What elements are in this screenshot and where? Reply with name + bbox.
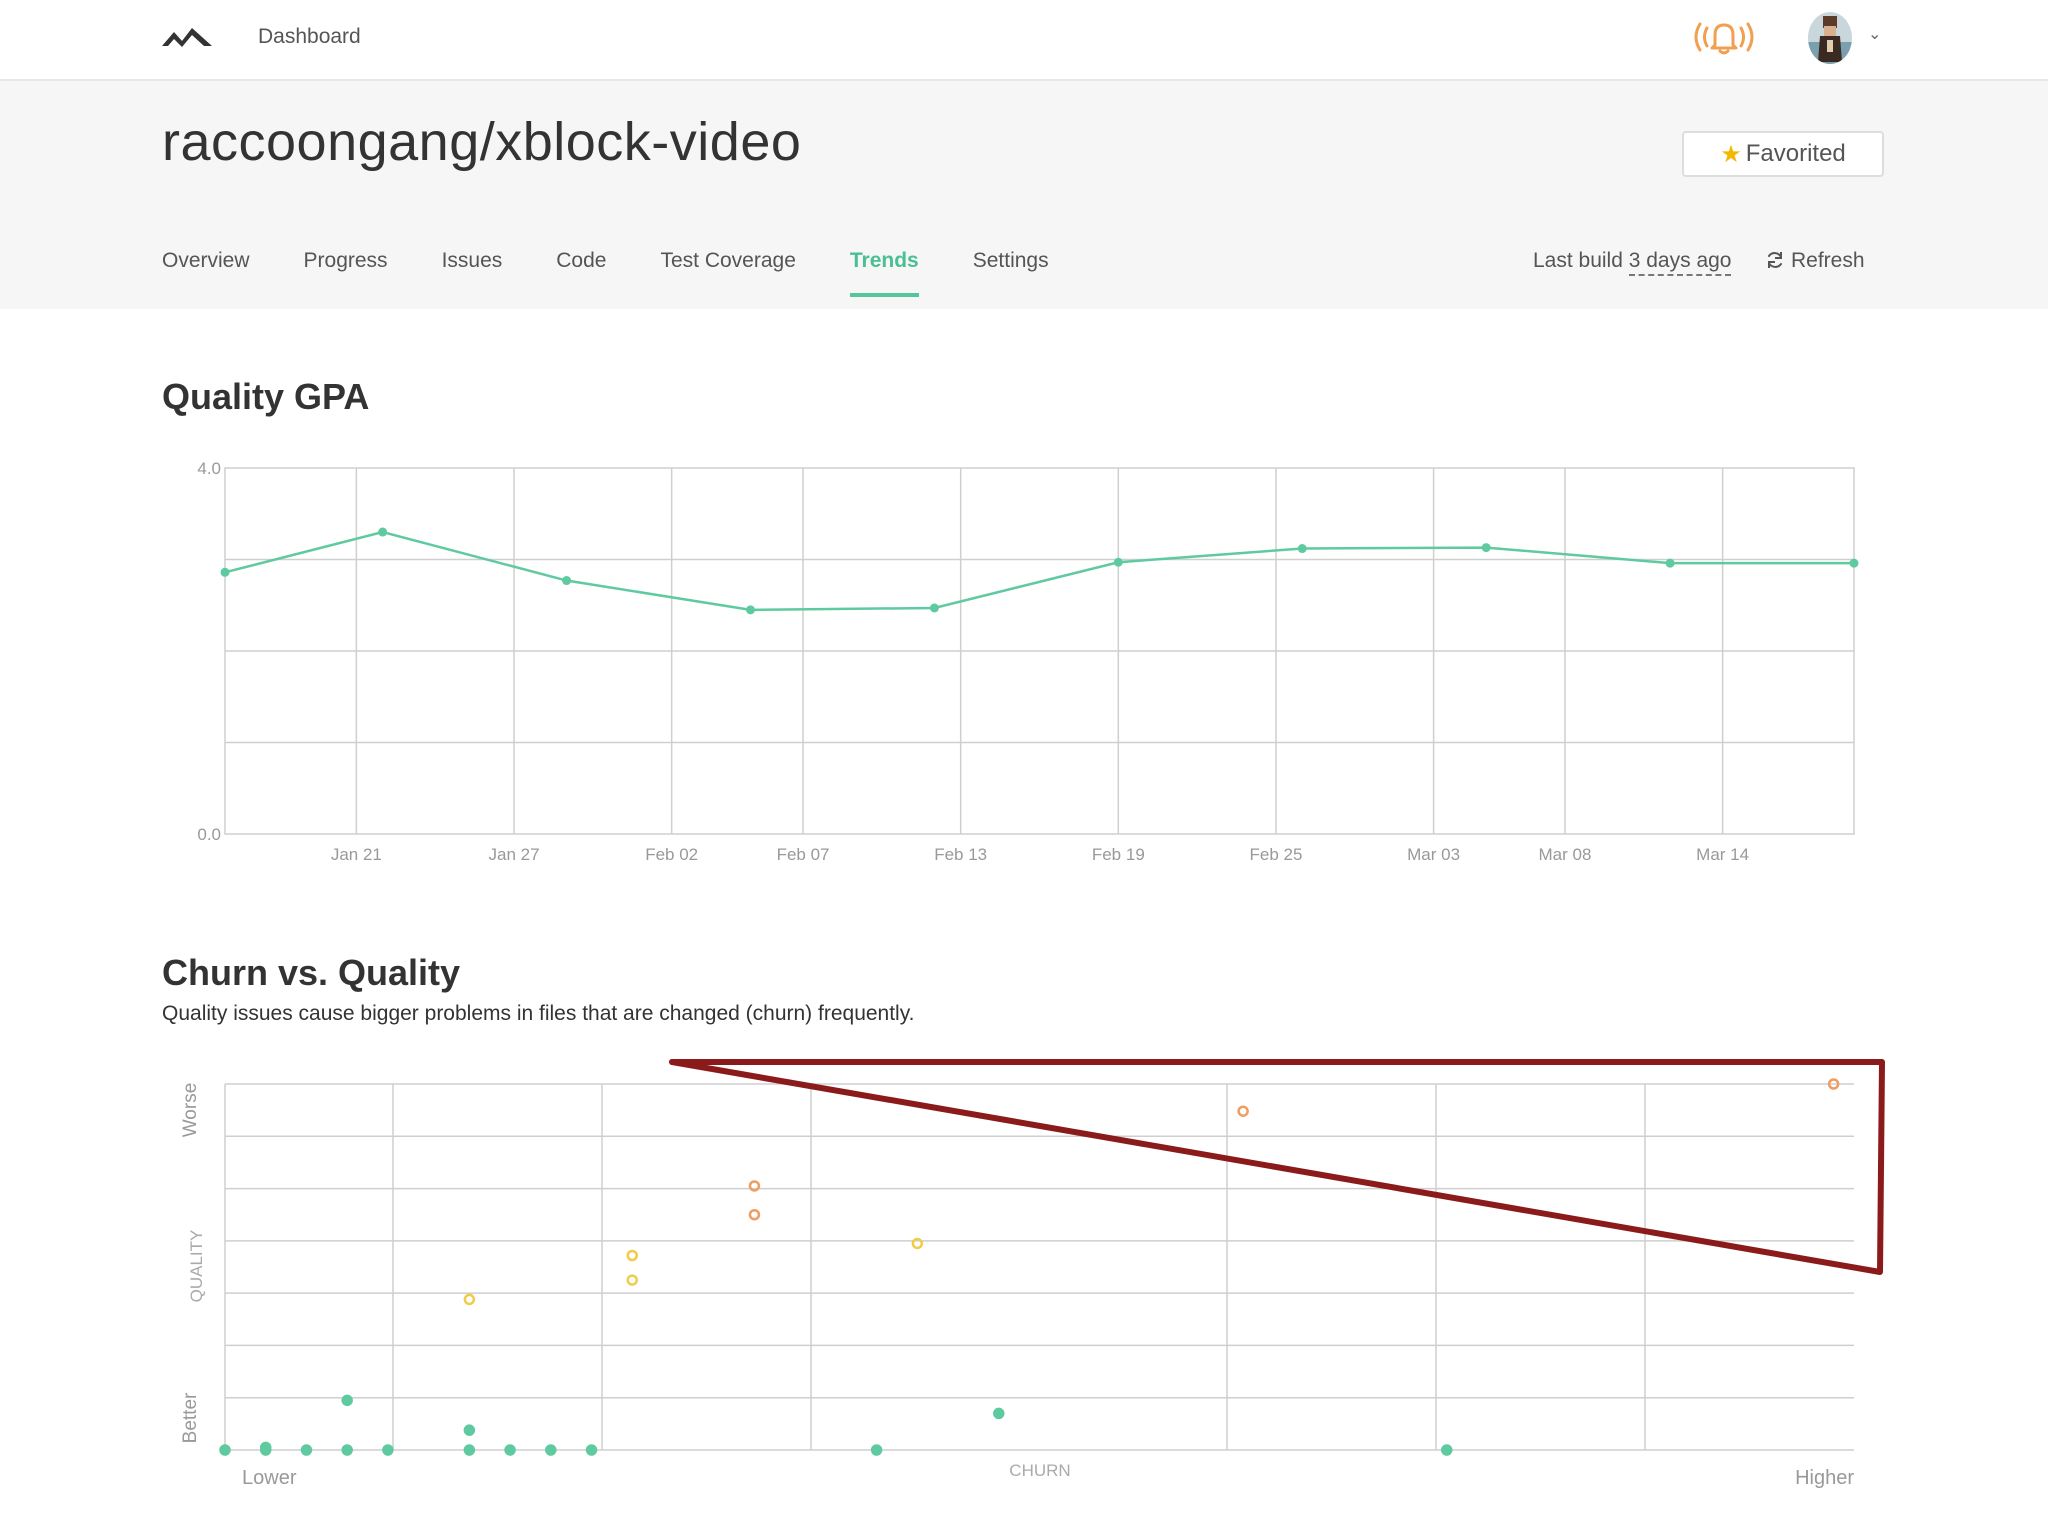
scatter-point bbox=[259, 1441, 272, 1454]
y-tick-label: 4.0 bbox=[197, 459, 221, 478]
favorite-button[interactable]: ★ Favorited bbox=[1682, 131, 1884, 177]
x-tick-label: Feb 19 bbox=[1092, 845, 1145, 864]
scatter-point bbox=[219, 1444, 231, 1456]
scatter-point bbox=[504, 1444, 516, 1456]
scatter-point bbox=[870, 1444, 883, 1456]
gpa-point bbox=[562, 576, 572, 586]
tab-settings[interactable]: Settings bbox=[973, 249, 1049, 297]
x-axis-label: CHURN bbox=[1009, 1461, 1070, 1480]
x-tick-label: Jan 21 bbox=[331, 845, 382, 864]
scatter-point bbox=[463, 1293, 476, 1306]
gpa-point bbox=[745, 605, 755, 615]
x-tick-label: Feb 02 bbox=[645, 845, 698, 864]
refresh-icon bbox=[1768, 252, 1782, 268]
scatter-point bbox=[341, 1394, 353, 1407]
scatter-point bbox=[341, 1444, 353, 1456]
bell-icon[interactable] bbox=[1690, 16, 1758, 58]
last-build-info: Last build 3 days ago bbox=[1533, 249, 1732, 276]
gpa-point bbox=[220, 567, 230, 577]
tab-trends[interactable]: Trends bbox=[849, 249, 919, 297]
tab-code[interactable]: Code bbox=[556, 249, 606, 297]
chevron-down-icon[interactable]: ⌄ bbox=[1868, 24, 1881, 44]
gpa-chart: Jan 21 Jan 27 Feb 02 Feb 07 Feb 13 Feb 19 Feb … bbox=[197, 459, 1859, 864]
gpa-point bbox=[1481, 543, 1491, 553]
gpa-point bbox=[929, 603, 939, 613]
gpa-point bbox=[378, 527, 388, 537]
x-end-label-lower: Lower bbox=[242, 1467, 297, 1489]
tab-issues[interactable]: Issues bbox=[442, 249, 503, 297]
scatter-point bbox=[1441, 1444, 1453, 1456]
tab-overview[interactable]: Overview bbox=[162, 249, 250, 297]
tab-test-coverage[interactable]: Test Coverage bbox=[660, 249, 795, 297]
refresh-label: Refresh bbox=[1791, 249, 1865, 272]
gpa-point bbox=[1665, 558, 1675, 568]
x-tick-label: Mar 14 bbox=[1696, 845, 1749, 864]
x-tick-label: Jan 27 bbox=[488, 845, 539, 864]
scatter-point bbox=[300, 1444, 313, 1456]
y-end-label-better: Better bbox=[180, 1392, 201, 1443]
churn-subtitle: Quality issues cause bigger problems in … bbox=[162, 1002, 915, 1025]
favorite-label: Favorited bbox=[1745, 140, 1846, 167]
tab-progress[interactable]: Progress bbox=[304, 249, 388, 297]
repo-title: raccoongang/xblock-video bbox=[162, 112, 802, 172]
gpa-point bbox=[1297, 544, 1307, 554]
churn-chart: Lower Higher CHURN QUALITY Better Worse bbox=[180, 1059, 1885, 1489]
y-tick-label: 0.0 bbox=[197, 825, 221, 844]
y-end-label-worse: Worse bbox=[180, 1083, 201, 1138]
scatter-point bbox=[748, 1208, 761, 1221]
repo-header: raccoongang/xblock-video ★ Favorited Ove… bbox=[0, 81, 2048, 309]
scatter-point bbox=[993, 1407, 1005, 1420]
scatter-point bbox=[463, 1424, 476, 1436]
top-navbar: Dashboard ⌄ bbox=[0, 0, 2048, 81]
repo-tabs: Overview Progress Issues Code Test Cover… bbox=[162, 249, 1103, 297]
scatter-point bbox=[382, 1444, 394, 1456]
codeclimate-logo-icon[interactable] bbox=[160, 22, 214, 52]
x-tick-label: Mar 08 bbox=[1539, 845, 1592, 864]
star-icon: ★ bbox=[1720, 140, 1742, 168]
gpa-point bbox=[1113, 557, 1123, 567]
scatter-point bbox=[585, 1444, 598, 1456]
user-avatar[interactable] bbox=[1808, 12, 1852, 64]
x-tick-label: Feb 25 bbox=[1249, 845, 1302, 864]
churn-title: Churn vs. Quality bbox=[162, 952, 461, 993]
x-tick-label: Feb 13 bbox=[934, 845, 987, 864]
scatter-point bbox=[626, 1249, 638, 1262]
gpa-title: Quality GPA bbox=[162, 376, 370, 417]
y-axis-label: QUALITY bbox=[187, 1230, 206, 1303]
refresh-button[interactable]: Refresh bbox=[1765, 249, 1865, 273]
scatter-point bbox=[626, 1274, 638, 1286]
last-build-prefix: Last build bbox=[1533, 249, 1629, 272]
scatter-point bbox=[463, 1444, 476, 1456]
scatter-point bbox=[545, 1444, 557, 1456]
gpa-line bbox=[224, 530, 1854, 612]
scatter-point bbox=[1237, 1105, 1249, 1117]
gpa-point bbox=[1849, 558, 1859, 568]
x-end-label-higher: Higher bbox=[1795, 1467, 1854, 1489]
last-build-time[interactable]: 3 days ago bbox=[1628, 249, 1732, 276]
x-tick-label: Feb 07 bbox=[777, 845, 830, 864]
dashboard-link[interactable]: Dashboard bbox=[258, 25, 361, 49]
x-tick-label: Mar 03 bbox=[1407, 845, 1460, 864]
